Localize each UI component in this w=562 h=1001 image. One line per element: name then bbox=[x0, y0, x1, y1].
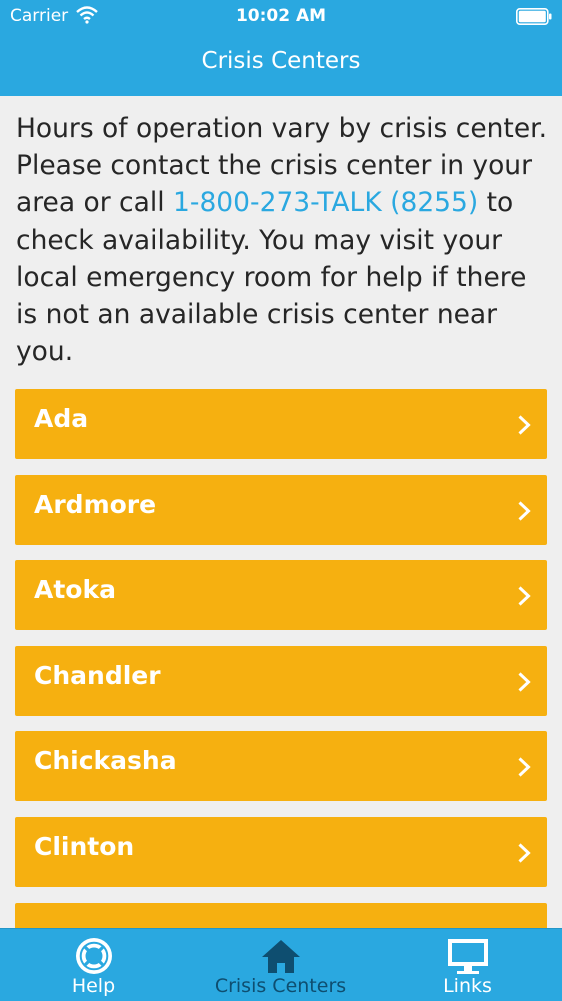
crisis-center-name: Ada bbox=[34, 404, 89, 433]
lifebuoy-icon bbox=[75, 938, 112, 974]
crisis-center-name: Atoka bbox=[34, 575, 116, 605]
chevron-right-icon bbox=[518, 415, 531, 435]
crisis-center-row[interactable]: Ardmore bbox=[15, 474, 547, 545]
chevron-right-icon bbox=[518, 501, 531, 521]
tab-help[interactable]: Help bbox=[0, 929, 187, 1001]
chevron-right-icon bbox=[518, 843, 531, 863]
crisis-center-name: Clinton bbox=[34, 831, 135, 861]
content-area[interactable]: Hours of operation vary by crisis center… bbox=[0, 96, 562, 928]
tab-links[interactable]: Links bbox=[374, 929, 561, 1001]
monitor-icon bbox=[447, 939, 488, 974]
status-bar: Carrier 10:02 AM bbox=[0, 0, 562, 32]
home-icon bbox=[261, 940, 300, 973]
crisis-center-list: Ada Ardmore Atoka Chandler Chickasha Cli… bbox=[15, 389, 547, 928]
crisis-center-name: Ardmore bbox=[34, 489, 157, 519]
chevron-right-icon bbox=[518, 672, 531, 692]
status-time: 10:02 AM bbox=[235, 6, 327, 26]
tab-crisis-centers[interactable]: Crisis Centers bbox=[187, 929, 374, 1001]
crisis-center-row[interactable]: Clinton bbox=[15, 816, 547, 887]
intro-paragraph: Hours of operation vary by crisis center… bbox=[16, 110, 550, 370]
chevron-right-icon bbox=[518, 586, 531, 606]
phone-link[interactable]: 1-800-273-TALK (8255) bbox=[173, 187, 478, 218]
tab-label: Links bbox=[443, 975, 492, 997]
page-title: Crisis Centers bbox=[201, 48, 361, 74]
crisis-center-name: Chandler bbox=[34, 660, 161, 690]
chevron-right-icon bbox=[518, 757, 531, 777]
crisis-center-row-partial[interactable] bbox=[15, 902, 547, 928]
crisis-center-row[interactable]: Chickasha bbox=[15, 731, 547, 802]
tab-bar: Help Crisis Centers Links bbox=[0, 928, 562, 1001]
crisis-center-row[interactable]: Chandler bbox=[15, 645, 547, 716]
crisis-center-row[interactable]: Ada bbox=[15, 389, 547, 459]
tab-label: Help bbox=[71, 975, 116, 997]
crisis-center-row[interactable]: Atoka bbox=[15, 560, 547, 631]
tab-label: Crisis Centers bbox=[214, 975, 347, 997]
crisis-center-name: Chickasha bbox=[34, 746, 177, 776]
battery-icon bbox=[516, 8, 552, 25]
top-bar: Carrier 10:02 AM Crisis Centers bbox=[0, 0, 562, 96]
